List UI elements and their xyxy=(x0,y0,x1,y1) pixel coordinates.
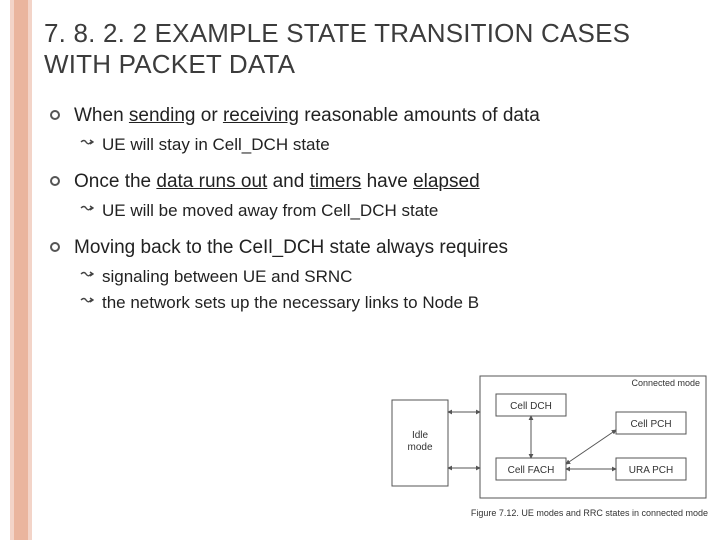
state-cell-fach: Cell FACH xyxy=(508,465,555,476)
sub-bullet-list: UE will be moved away from Cell_DCH stat… xyxy=(80,200,690,222)
state-cell-dch: Cell DCH xyxy=(510,401,552,412)
figure-caption: Figure 7.12. UE modes and RRC states in … xyxy=(471,508,708,518)
slide: 7. 8. 2. 2 EXAMPLE STATE TRANSITION CASE… xyxy=(0,0,720,540)
sub-bullet-item: the network sets up the necessary links … xyxy=(80,292,690,314)
connected-mode-label: Connected mode xyxy=(631,378,700,388)
state-cell-pch: Cell PCH xyxy=(630,419,671,430)
accent-bar-inner xyxy=(14,0,28,540)
state-ura-pch: URA PCH xyxy=(629,465,673,476)
bullet-list: When sending or receiving reasonable amo… xyxy=(48,104,690,314)
state-diagram: Idle mode Connected mode Cell DCH Cell F… xyxy=(390,372,710,522)
sub-bullet-item: UE will stay in Cell_DCH state xyxy=(80,134,690,156)
bullet-item: Moving back to the CeIl_DCH state always… xyxy=(48,236,690,314)
sub-bullet-list: UE will stay in Cell_DCH state xyxy=(80,134,690,156)
bullet-item: Once the data runs out and timers have e… xyxy=(48,170,690,222)
slide-title: 7. 8. 2. 2 EXAMPLE STATE TRANSITION CASE… xyxy=(44,18,690,79)
bullet-item: When sending or receiving reasonable amo… xyxy=(48,104,690,156)
sub-bullet-item: signaling between UE and SRNC xyxy=(80,266,690,288)
slide-body: When sending or receiving reasonable amo… xyxy=(48,104,690,328)
idle-label-line1: Idle xyxy=(412,430,429,441)
idle-label-line2: mode xyxy=(407,442,432,453)
sub-bullet-item: UE will be moved away from Cell_DCH stat… xyxy=(80,200,690,222)
sub-bullet-list: signaling between UE and SRNC the network… xyxy=(80,266,690,314)
